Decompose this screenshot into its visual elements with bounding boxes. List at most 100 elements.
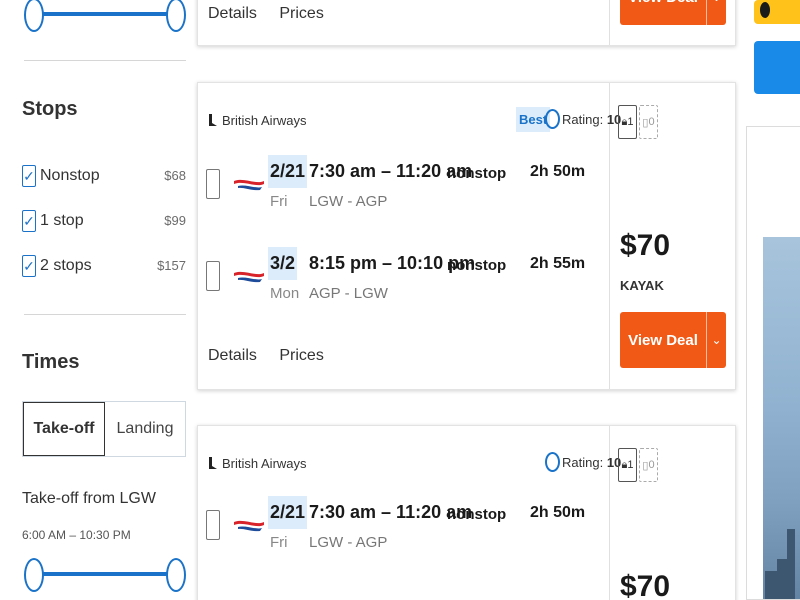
leg-day: Mon bbox=[270, 285, 300, 302]
airline-name: British Airways bbox=[208, 456, 307, 471]
bag-fees[interactable]: 🔒︎ 1 ▯ 0 bbox=[618, 448, 660, 482]
leg-route: LGW - AGP bbox=[309, 193, 388, 210]
leg-route: AGP - LGW bbox=[309, 285, 388, 302]
filters-sidebar: Stops ✓ Nonstop $68 ✓ 1 stop $99 ✓ 2 sto… bbox=[0, 0, 196, 600]
deal-provider: KAYAK bbox=[620, 278, 664, 293]
leg-select-checkbox[interactable] bbox=[206, 510, 220, 540]
card-links: Details Prices bbox=[208, 347, 342, 365]
checked-bag-count: 0 bbox=[648, 459, 655, 471]
leg-stops: nonstop bbox=[447, 506, 507, 523]
stop-option-2-stops[interactable]: ✓ 2 stops $157 bbox=[22, 255, 186, 279]
carry-on-count: 1 bbox=[627, 459, 634, 471]
slider-max-handle[interactable] bbox=[166, 558, 186, 592]
slider-min-handle[interactable] bbox=[24, 0, 44, 32]
slider-track[interactable] bbox=[32, 12, 178, 16]
checked-bag-count: 0 bbox=[648, 116, 655, 128]
two-stops-checkbox[interactable]: ✓ bbox=[22, 255, 36, 277]
airline-label: British Airways bbox=[222, 113, 307, 128]
rating-label: Rating: bbox=[562, 455, 604, 470]
deal-price: $70 bbox=[620, 570, 671, 600]
leg-date: 3/2 bbox=[268, 247, 298, 280]
chevron-down-icon[interactable]: ⌄ bbox=[706, 312, 726, 368]
stop-option-price: $157 bbox=[157, 258, 186, 273]
rail-yellow-button[interactable] bbox=[754, 0, 800, 24]
prices-link[interactable]: Prices bbox=[279, 347, 323, 364]
view-deal-button[interactable]: View Deal ⌄ bbox=[620, 312, 726, 368]
rating: Rating: 10 bbox=[545, 452, 621, 472]
airline-tail-icon bbox=[234, 271, 264, 283]
nonstop-checkbox[interactable]: ✓ bbox=[22, 165, 36, 187]
takeoff-time-slider[interactable] bbox=[24, 558, 186, 592]
leg-route: LGW - AGP bbox=[309, 534, 388, 551]
leg-duration: 2h 50m bbox=[530, 163, 586, 180]
leg-select-checkbox[interactable] bbox=[206, 261, 220, 291]
price-range-slider[interactable] bbox=[24, 0, 186, 32]
leg-stops: nonstop bbox=[447, 165, 507, 182]
price-column-divider bbox=[609, 0, 610, 45]
details-link[interactable]: Details bbox=[208, 5, 257, 22]
airline-tail-icon bbox=[234, 520, 264, 532]
flight-leg-return: 3/2 Mon 8:15 pm – 10:10 pm AGP - LGW non… bbox=[198, 247, 609, 311]
leg-duration: 2h 55m bbox=[530, 255, 586, 272]
takeoff-range: 6:00 AM – 10:30 PM bbox=[22, 528, 131, 542]
slider-min-handle[interactable] bbox=[24, 558, 44, 592]
one-stop-checkbox[interactable]: ✓ bbox=[22, 210, 36, 232]
view-deal-label[interactable]: View Deal bbox=[620, 312, 706, 368]
bag-fees[interactable]: 🔒︎ 1 ▯ 0 bbox=[618, 105, 660, 139]
rating-ring-icon bbox=[545, 452, 560, 472]
advertisement-image[interactable] bbox=[746, 126, 800, 600]
chevron-down-icon[interactable]: ⌄ bbox=[706, 0, 726, 25]
airline-name: British Airways bbox=[208, 113, 307, 128]
leg-day: Fri bbox=[270, 193, 288, 210]
ad-building bbox=[777, 559, 787, 599]
checked-bag-icon: ▯ 0 bbox=[639, 448, 658, 482]
card-links: Details Prices bbox=[208, 5, 342, 23]
carry-on-bag-icon: 🔒︎ 1 bbox=[618, 105, 637, 139]
stop-option-label: 1 stop bbox=[40, 212, 84, 229]
stop-option-label: 2 stops bbox=[40, 257, 92, 274]
airline-logo-icon bbox=[209, 114, 217, 126]
flight-leg-outbound: 2/21 Fri 7:30 am – 11:20 am LGW - AGP no… bbox=[198, 496, 609, 560]
stop-option-label: Nonstop bbox=[40, 167, 100, 184]
slider-max-handle[interactable] bbox=[166, 0, 186, 32]
divider bbox=[24, 60, 186, 61]
times-heading: Times bbox=[22, 351, 80, 373]
view-deal-label[interactable]: View Deal bbox=[620, 0, 706, 25]
stop-option-1-stop[interactable]: ✓ 1 stop $99 bbox=[22, 210, 186, 234]
view-deal-button[interactable]: View Deal ⌄ bbox=[620, 0, 726, 25]
details-link[interactable]: Details bbox=[208, 347, 257, 364]
takeoff-label: Take-off from LGW bbox=[22, 490, 156, 507]
leg-date: 2/21 bbox=[268, 496, 308, 529]
stops-heading: Stops bbox=[22, 98, 78, 120]
leg-stops: nonstop bbox=[447, 257, 507, 274]
deal-price: $70 bbox=[620, 229, 671, 262]
times-toggle: Take-off Landing bbox=[22, 401, 186, 457]
airline-logo-icon bbox=[209, 457, 217, 469]
flight-result-card[interactable]: Details Prices View Deal ⌄ bbox=[197, 0, 736, 46]
tab-landing[interactable]: Landing bbox=[105, 402, 185, 456]
carry-on-count: 1 bbox=[627, 116, 634, 128]
rating: Rating: 10 bbox=[545, 109, 621, 129]
stop-option-nonstop[interactable]: ✓ Nonstop $68 bbox=[22, 165, 186, 189]
flight-result-card[interactable]: British Airways Best Rating: 10 🔒︎ 1 ▯ 0 2… bbox=[197, 82, 736, 390]
airline-label: British Airways bbox=[222, 456, 307, 471]
leg-select-checkbox[interactable] bbox=[206, 169, 220, 199]
rating-label: Rating: bbox=[562, 112, 604, 127]
rating-ring-icon bbox=[545, 109, 560, 129]
slider-track[interactable] bbox=[32, 572, 178, 576]
tab-takeoff[interactable]: Take-off bbox=[23, 402, 105, 456]
flight-leg-outbound: 2/21 Fri 7:30 am – 11:20 am LGW - AGP no… bbox=[198, 155, 609, 219]
carry-on-bag-icon: 🔒︎ 1 bbox=[618, 448, 637, 482]
info-icon bbox=[760, 2, 770, 18]
leg-duration: 2h 50m bbox=[530, 504, 586, 521]
airline-tail-icon bbox=[234, 179, 264, 191]
rail-blue-button[interactable] bbox=[754, 41, 800, 94]
leg-day: Fri bbox=[270, 534, 288, 551]
flight-result-card[interactable]: British Airways Rating: 10 🔒︎ 1 ▯ 0 2/21 F… bbox=[197, 425, 736, 600]
prices-link[interactable]: Prices bbox=[279, 5, 323, 22]
ad-building bbox=[787, 529, 795, 599]
leg-date: 2/21 bbox=[268, 155, 308, 188]
ad-building bbox=[765, 571, 777, 599]
stop-option-price: $68 bbox=[164, 168, 186, 183]
checked-bag-icon: ▯ 0 bbox=[639, 105, 658, 139]
